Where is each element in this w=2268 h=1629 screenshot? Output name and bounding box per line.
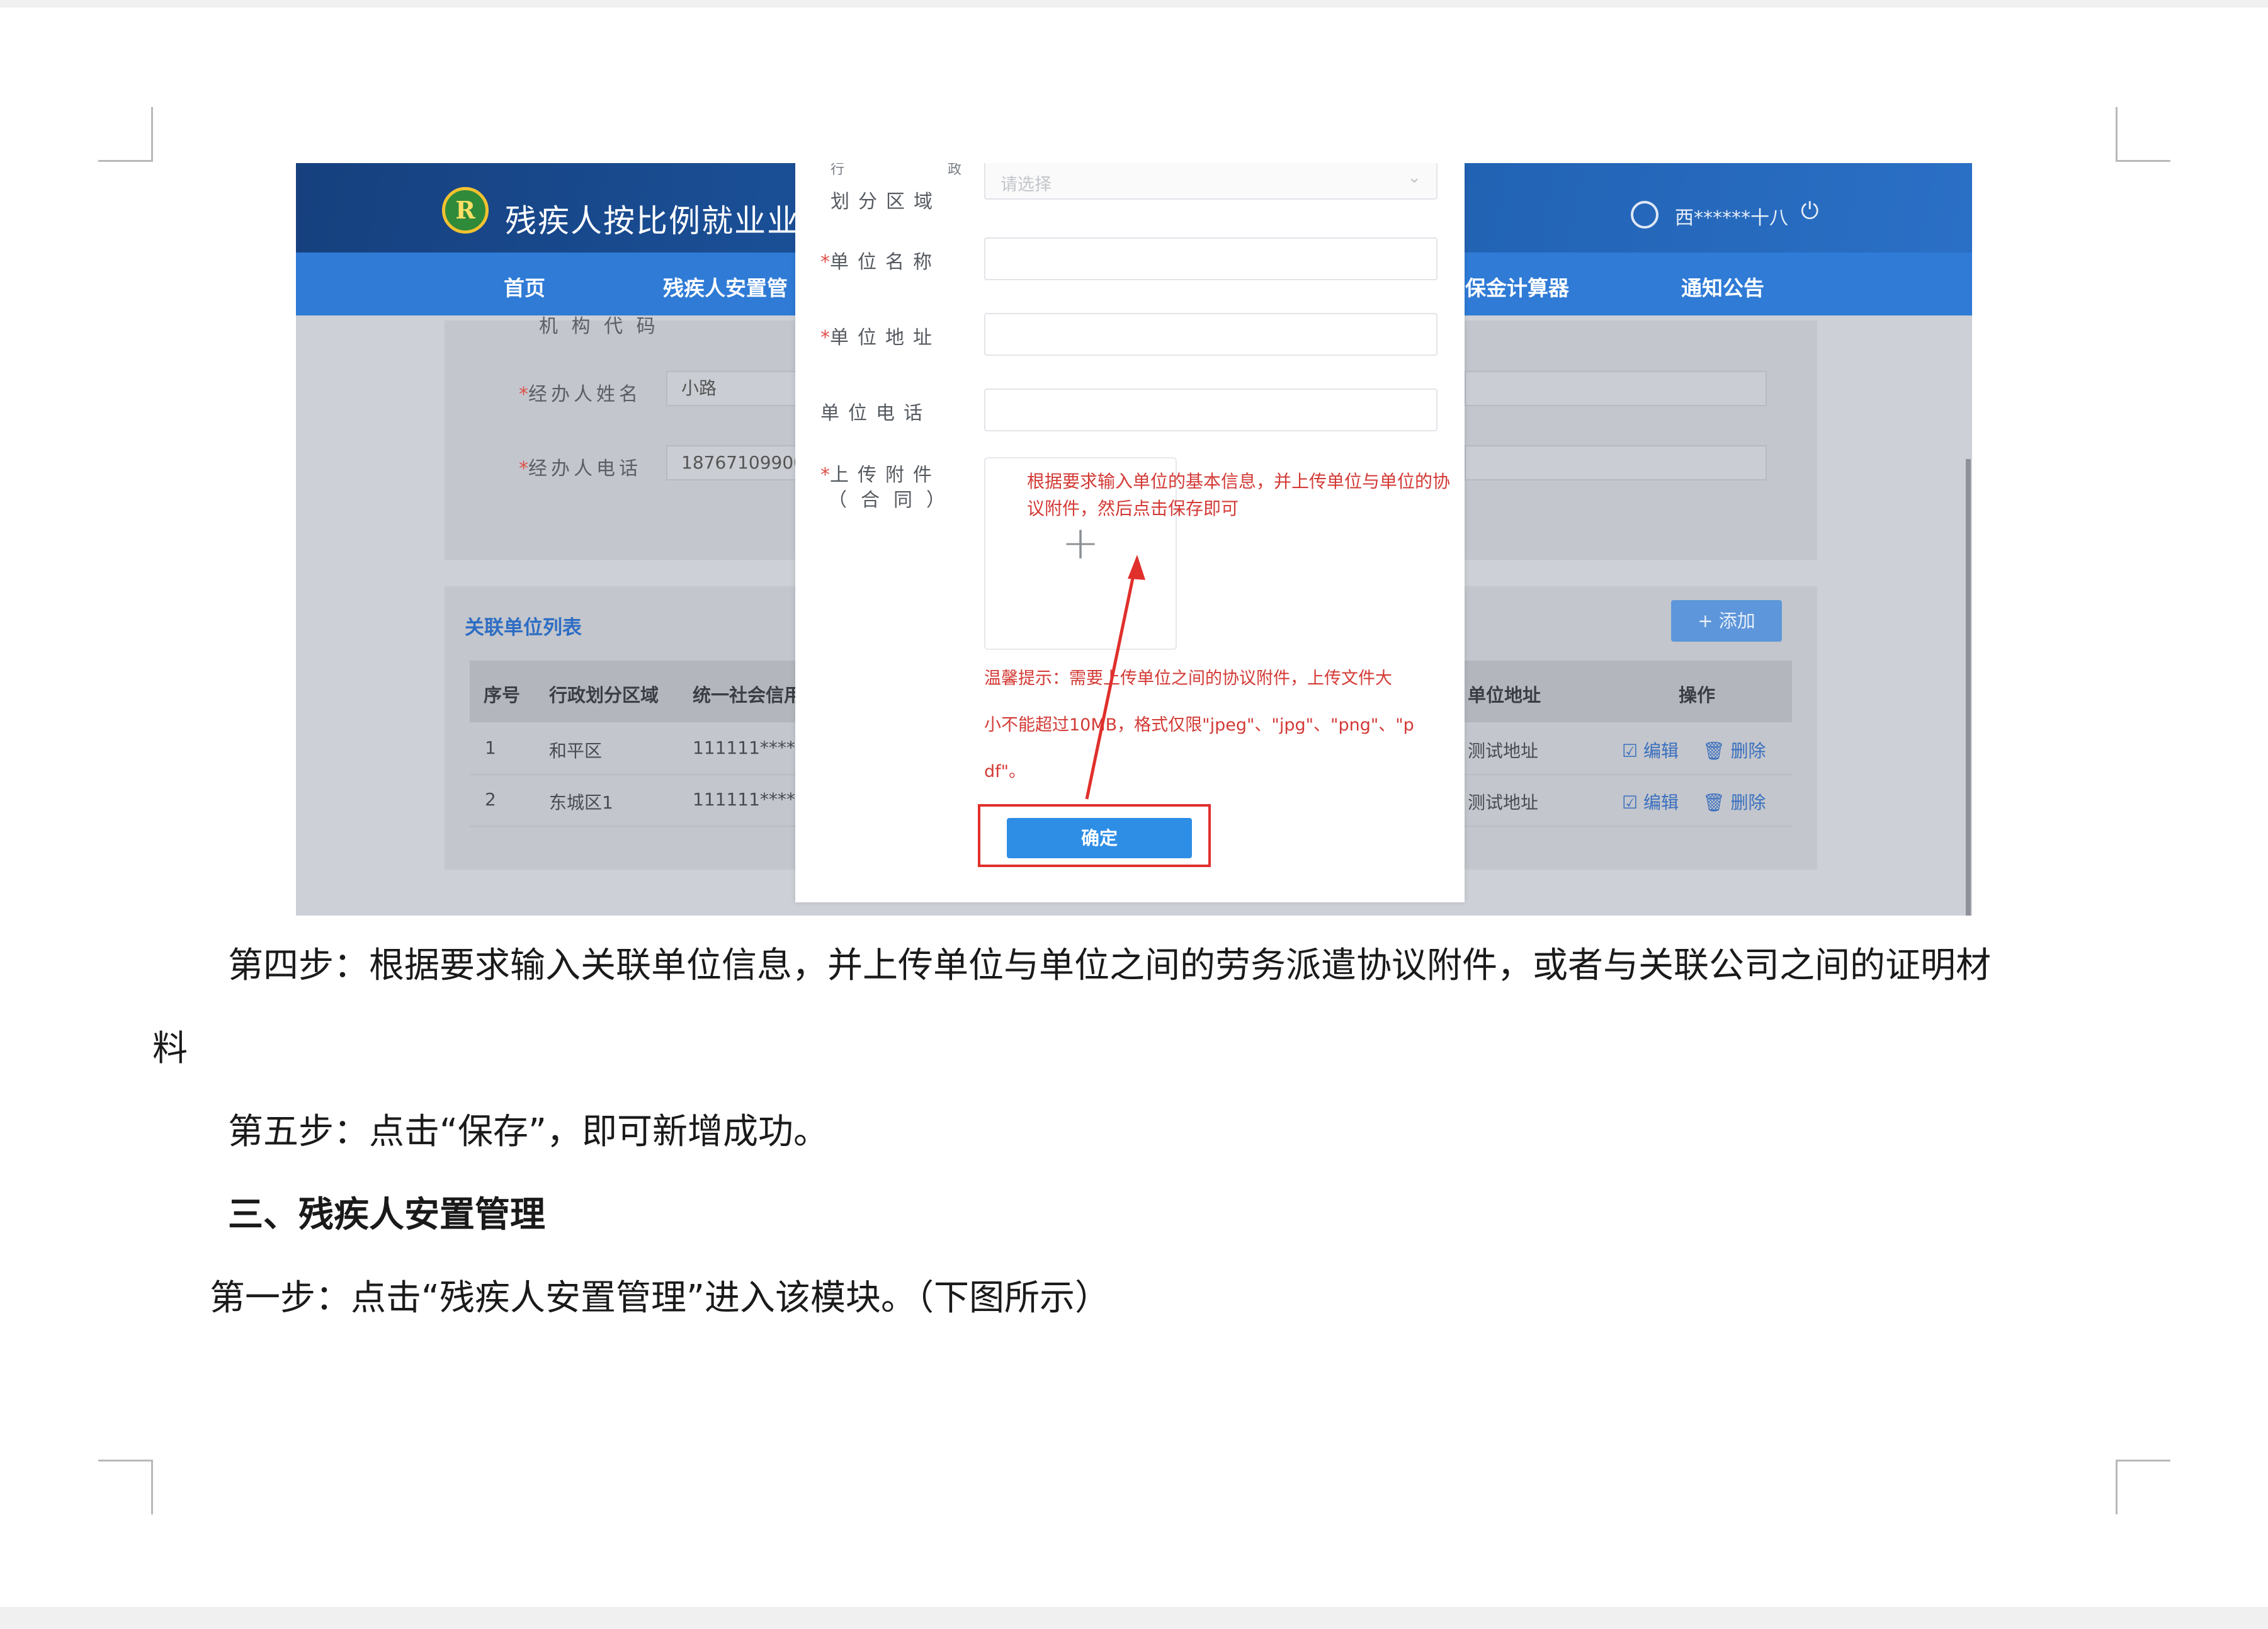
required-mark: * xyxy=(519,458,528,480)
section-heading: 三、残疾人安置管理 xyxy=(228,1195,545,1235)
trash-icon: 🗑 xyxy=(1703,741,1731,761)
nav-calculator[interactable]: 保金计算器 xyxy=(1465,271,1569,302)
crop-mark-top-right xyxy=(2116,107,2170,162)
row-address: 测试地址 xyxy=(1468,741,1539,761)
col-region: 行政划分区域 xyxy=(549,684,659,706)
trash-icon: 🗑 xyxy=(1703,792,1731,813)
embedded-screenshot: R 残疾人按比例就业业 西******十八 ⏻ 首页 残疾人安置管 保金计算器 … xyxy=(296,163,1972,916)
edit-icon: ☑ xyxy=(1622,741,1644,761)
step4-line2: 料 xyxy=(152,1028,188,1069)
crop-mark-bottom-left xyxy=(98,1460,153,1514)
app-title: 残疾人按比例就业业 xyxy=(505,203,800,239)
bg-field-right-1[interactable] xyxy=(1465,371,1767,406)
step5-text: 第五步：点击“保存”，即可新增成功。 xyxy=(228,1111,829,1152)
bg-field-right-2[interactable] xyxy=(1465,445,1767,480)
nav-placement[interactable]: 残疾人安置管 xyxy=(663,271,788,302)
crop-mark-top-left xyxy=(98,107,153,162)
col-no: 序号 xyxy=(484,684,521,706)
nav-notices[interactable]: 通知公告 xyxy=(1681,271,1764,302)
user-name[interactable]: 西******十八 xyxy=(1675,202,1788,230)
agent-name-label: *经办人姓名 xyxy=(519,383,642,406)
linked-list-title: 关联单位列表 xyxy=(465,616,582,639)
col-address: 单位地址 xyxy=(1468,684,1541,706)
edit-link[interactable]: ☑ 编辑 xyxy=(1622,737,1679,763)
row-region: 东城区1 xyxy=(549,792,613,813)
row-no: 1 xyxy=(485,737,496,758)
col-actions: 操作 xyxy=(1679,684,1716,706)
delete-link[interactable]: 🗑 删除 xyxy=(1703,789,1766,814)
edit-icon: ☑ xyxy=(1622,792,1644,813)
annotation-arrow xyxy=(1085,555,1145,800)
org-code-label: 机 构 代 码 xyxy=(539,315,659,338)
document-page: R 残疾人按比例就业业 西******十八 ⏻ 首页 残疾人安置管 保金计算器 … xyxy=(0,8,2268,1607)
step4-line1: 第四步：根据要求输入关联单位信息，并上传单位与单位之间的劳务派遣协议附件，或者与… xyxy=(228,945,1991,986)
row-address: 测试地址 xyxy=(1468,792,1539,813)
step1-text: 第一步：点击“残疾人安置管理”进入该模块。（下图所示） xyxy=(210,1278,1111,1319)
logo-icon: R xyxy=(442,187,489,234)
col-credit: 统一社会信用 xyxy=(693,684,803,706)
user-avatar-icon[interactable] xyxy=(1631,201,1658,229)
row-region: 和平区 xyxy=(549,741,603,761)
power-icon[interactable]: ⏻ xyxy=(1801,198,1818,225)
add-button[interactable]: + 添加 xyxy=(1671,600,1782,642)
required-mark: * xyxy=(519,383,528,406)
crop-mark-bottom-right xyxy=(2116,1460,2170,1514)
add-unit-dialog: 行 政 划分区域 请选择 ⌄ *单位名称 *单位地址 单位电话 *上传附件 （合… xyxy=(795,163,1465,902)
nav-home[interactable]: 首页 xyxy=(504,271,545,302)
edit-link[interactable]: ☑ 编辑 xyxy=(1622,789,1679,814)
row-no: 2 xyxy=(485,789,496,810)
delete-link[interactable]: 🗑 删除 xyxy=(1703,737,1766,763)
scrollbar[interactable] xyxy=(1966,459,1971,916)
agent-phone-label: *经办人电话 xyxy=(519,458,642,480)
